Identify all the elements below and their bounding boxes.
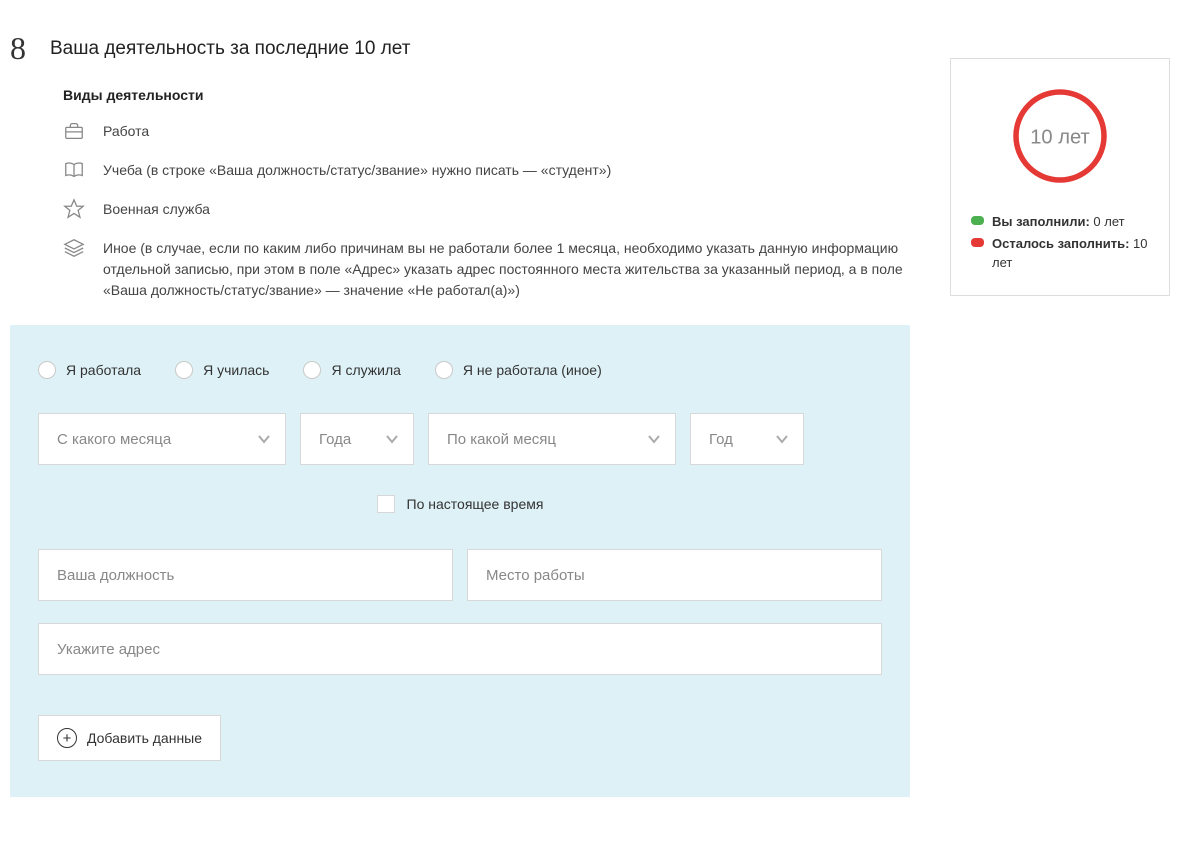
workplace-input[interactable] <box>467 549 882 601</box>
present-checkbox[interactable] <box>377 495 395 513</box>
from-year-select[interactable]: Года <box>300 413 414 465</box>
dot-red-icon <box>971 238 984 247</box>
ring-label: 10 лет <box>1030 126 1090 148</box>
activity-type-list: Работа Учеба (в строке «Ваша должность/с… <box>63 121 910 301</box>
activity-type-radios: Я работала Я училась Я служила Я не рабо… <box>38 361 882 379</box>
add-data-button[interactable]: + Добавить данные <box>38 715 221 761</box>
chevron-down-icon <box>257 432 271 446</box>
star-icon <box>63 198 85 220</box>
dot-green-icon <box>971 216 984 225</box>
date-range-row: С какого месяца Года По какой месяц Год <box>38 413 882 465</box>
section-title: Ваша деятельность за последние 10 лет <box>50 38 410 60</box>
activity-other-label: Иное (в случае, если по каким либо причи… <box>103 238 910 301</box>
radio-studied[interactable]: Я училась <box>175 361 269 379</box>
legend-remaining-label: Осталось заполнить: <box>992 236 1129 251</box>
present-checkbox-label: По настоящее время <box>407 496 544 512</box>
progress-card: 10 лет Вы заполнили: 0 лет Осталось запо… <box>950 58 1170 296</box>
layers-icon <box>63 237 85 259</box>
chevron-down-icon <box>385 432 399 446</box>
address-input[interactable] <box>38 623 882 675</box>
activity-work-label: Работа <box>103 121 149 142</box>
briefcase-icon <box>63 120 85 142</box>
to-year-select[interactable]: Год <box>690 413 804 465</box>
add-data-label: Добавить данные <box>87 730 202 746</box>
from-month-label: С какого месяца <box>57 431 171 448</box>
radio-worked[interactable]: Я работала <box>38 361 141 379</box>
activity-other: Иное (в случае, если по каким либо причи… <box>63 238 910 301</box>
legend-filled-value: 0 лет <box>1093 214 1124 229</box>
to-year-label: Год <box>709 431 733 448</box>
radio-circle-icon <box>303 361 321 379</box>
radio-none-label: Я не работала (иное) <box>463 362 602 378</box>
to-month-label: По какой месяц <box>447 431 556 448</box>
legend-filled: Вы заполнили: 0 лет <box>971 212 1149 232</box>
radio-served[interactable]: Я служила <box>303 361 400 379</box>
radio-circle-icon <box>435 361 453 379</box>
radio-circle-icon <box>38 361 56 379</box>
chevron-down-icon <box>775 432 789 446</box>
activities-subtitle: Виды деятельности <box>63 87 910 103</box>
book-icon <box>63 159 85 181</box>
activity-work: Работа <box>63 121 910 142</box>
progress-ring: 10 лет <box>1005 81 1115 191</box>
chevron-down-icon <box>647 432 661 446</box>
from-month-select[interactable]: С какого месяца <box>38 413 286 465</box>
step-number: 8 <box>10 30 26 67</box>
radio-served-label: Я служила <box>331 362 400 378</box>
legend-filled-label: Вы заполнили: <box>992 214 1090 229</box>
from-year-label: Года <box>319 431 351 448</box>
radio-studied-label: Я училась <box>203 362 269 378</box>
legend-remaining: Осталось заполнить: 10 лет <box>971 234 1149 273</box>
radio-circle-icon <box>175 361 193 379</box>
to-month-select[interactable]: По какой месяц <box>428 413 676 465</box>
activity-study-label: Учеба (в строке «Ваша должность/статус/з… <box>103 160 611 181</box>
position-input[interactable] <box>38 549 453 601</box>
activity-military: Военная служба <box>63 199 910 220</box>
activity-military-label: Военная служба <box>103 199 210 220</box>
plus-circle-icon: + <box>57 728 77 748</box>
activity-form: Я работала Я училась Я служила Я не рабо… <box>10 325 910 797</box>
radio-worked-label: Я работала <box>66 362 141 378</box>
radio-none[interactable]: Я не работала (иное) <box>435 361 602 379</box>
activity-study: Учеба (в строке «Ваша должность/статус/з… <box>63 160 910 181</box>
